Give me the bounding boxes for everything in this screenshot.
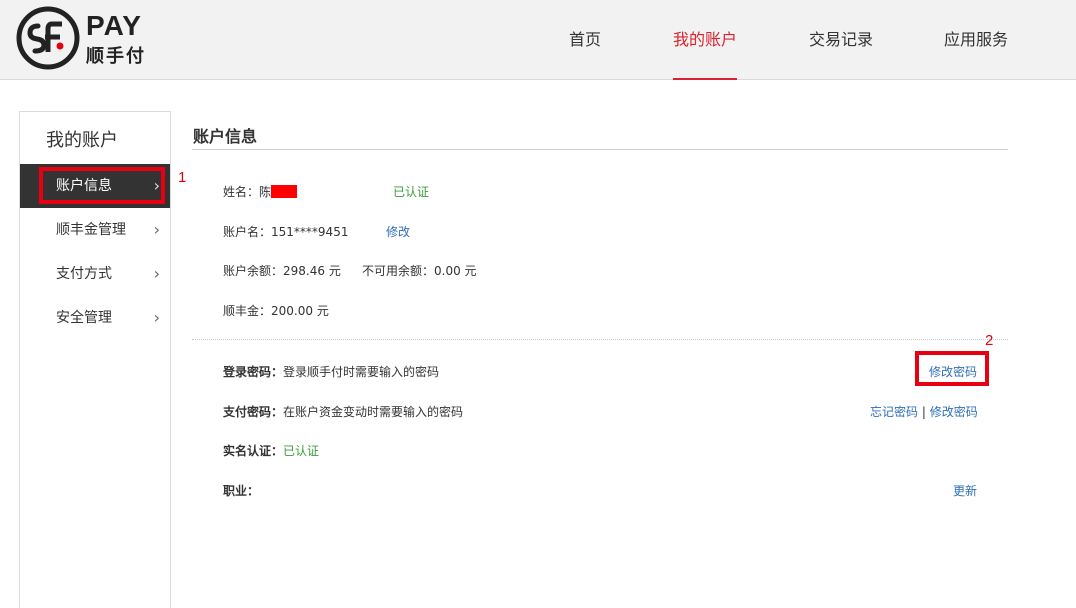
balance-row: 账户余额：298.46 元: [223, 262, 341, 279]
pay-password-label: 支付密码：: [223, 405, 284, 419]
sf-gold-value: 200.00 元: [271, 304, 329, 318]
name-row: 姓名：陈: [223, 183, 298, 200]
sf-gold-row: 顺丰金：200.00 元: [223, 302, 329, 319]
section-divider: [192, 339, 1008, 340]
login-password-row: 登录密码：登录顺手付时需要输入的密码: [223, 363, 439, 380]
change-login-password-link[interactable]: 修改密码: [929, 363, 977, 380]
balance-value: 298.46 元: [283, 264, 341, 278]
login-password-desc: 登录顺手付时需要输入的密码: [283, 365, 440, 379]
pay-password-actions: 忘记密码 | 修改密码: [870, 403, 978, 420]
sf-logo-icon: [16, 6, 80, 70]
sidebar-item-label: 支付方式: [56, 266, 112, 282]
sidebar-title: 我的账户: [46, 130, 118, 151]
nav-my-account[interactable]: 我的账户: [673, 0, 737, 80]
sidebar-item-label: 安全管理: [56, 310, 112, 326]
sidebar-item-security[interactable]: 安全管理 ›: [20, 296, 170, 340]
update-job-link[interactable]: 更新: [953, 482, 977, 499]
top-header: PAY 顺手付 首页 我的账户 交易记录 应用服务: [0, 0, 1076, 80]
nav-app-services[interactable]: 应用服务: [942, 0, 1010, 80]
login-password-label: 登录密码：: [223, 365, 284, 379]
chevron-right-icon: ›: [153, 264, 160, 283]
redaction-mask: [271, 185, 298, 198]
real-name-label: 实名认证：: [223, 444, 284, 458]
forgot-pay-password-link[interactable]: 忘记密码: [870, 405, 918, 419]
pay-password-row: 支付密码：在账户资金变动时需要输入的密码: [223, 403, 463, 420]
sidebar-item-label: 顺丰金管理: [56, 222, 126, 238]
page-title: 账户信息: [193, 127, 258, 146]
logo-brand-name: 顺手付: [86, 46, 146, 67]
highlight-box-account-info: [39, 167, 165, 204]
sf-gold-label: 顺丰金：: [223, 304, 272, 318]
sidebar-item-sf-gold[interactable]: 顺丰金管理 ›: [20, 208, 170, 252]
real-name-row: 实名认证：已认证: [223, 442, 319, 459]
change-pay-password-link[interactable]: 修改密码: [930, 405, 978, 419]
account-name-row: 账户名：151****9451: [223, 223, 348, 240]
job-row: 职业：: [223, 482, 259, 499]
edit-account-name-link[interactable]: 修改: [386, 223, 410, 240]
chevron-right-icon: ›: [153, 308, 160, 327]
real-name-status: 已认证: [283, 444, 320, 458]
unavailable-balance-label: 不可用余额：: [362, 264, 435, 278]
nav-transactions[interactable]: 交易记录: [807, 0, 875, 80]
chevron-right-icon: ›: [153, 220, 160, 239]
job-label: 职业：: [223, 484, 260, 498]
pay-password-desc: 在账户资金变动时需要输入的密码: [283, 405, 464, 419]
unavailable-balance-row: 不可用余额：0.00 元: [362, 262, 477, 279]
title-divider: [192, 149, 1008, 150]
account-name-value: 151****9451: [271, 225, 349, 239]
name-verified-status: 已认证: [393, 185, 430, 199]
unavailable-balance-value: 0.00 元: [434, 264, 477, 278]
sf-pay-logo[interactable]: PAY 顺手付: [16, 6, 156, 70]
name-label: 姓名：: [223, 185, 260, 199]
logo-pay-text: PAY: [86, 10, 142, 41]
sidebar-item-payment-methods[interactable]: 支付方式 ›: [20, 252, 170, 296]
link-separator: |: [921, 405, 926, 419]
annotation-number-2: 2: [985, 332, 994, 349]
annotation-number-1: 1: [178, 169, 187, 186]
nav-home[interactable]: 首页: [560, 0, 610, 80]
account-name-label: 账户名：: [223, 225, 272, 239]
balance-label: 账户余额：: [223, 264, 284, 278]
name-value: 陈: [259, 185, 272, 199]
